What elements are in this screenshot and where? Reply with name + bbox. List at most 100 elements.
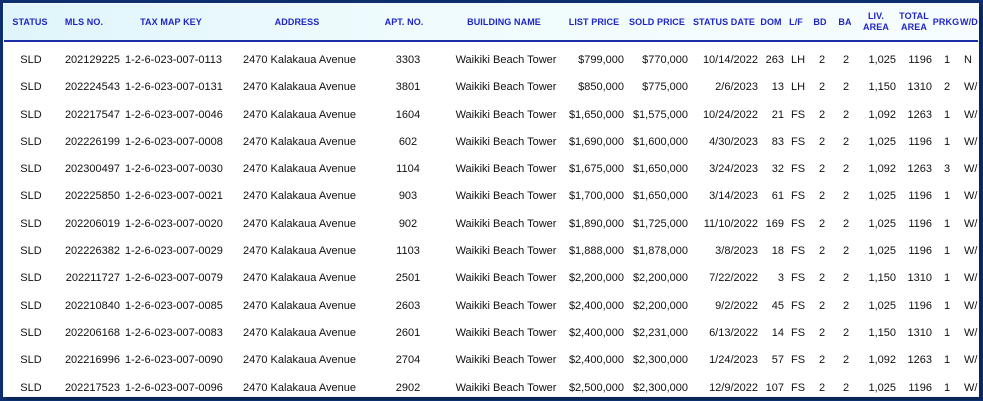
cell-date: 9/2/2022 [715, 299, 758, 312]
header-building-name[interactable]: BUILDING NAME [444, 4, 564, 40]
cell-liv: 1,150 [868, 326, 896, 339]
table-row[interactable]: SLD 202224543 1-2-6-023-007-0131 2470 Kalak… [4, 74, 978, 101]
header-ba[interactable]: BA [834, 4, 856, 40]
cell-apt: 1104 [396, 163, 420, 176]
header-total-area[interactable]: TOTAL AREA [896, 4, 932, 40]
cell-mls: 202216996 [64, 354, 120, 367]
cell-tmk: 1-2-6-023-007-0020 [125, 217, 223, 230]
cell-dom: 14 [771, 326, 784, 339]
table-row[interactable]: SLD 202210840 1-2-6-023-007-0085 2470 Kalak… [4, 293, 978, 320]
cell-ba: 2 [842, 217, 850, 230]
cell-dom: 21 [771, 108, 784, 121]
cell-wd: W/D [964, 299, 978, 312]
table-row[interactable]: SLD 202211727 1-2-6-023-007-0079 2470 Kalak… [4, 265, 978, 292]
cell-list: $1,890,000 [568, 217, 624, 230]
cell-status: SLD [20, 108, 42, 121]
cell-sold: $1,650,000 [632, 163, 688, 176]
cell-dom: 18 [771, 245, 784, 258]
table-row[interactable]: SLD 202300497 1-2-6-023-007-0030 2470 Kalak… [4, 156, 978, 183]
cell-ba: 2 [842, 326, 850, 339]
header-lf[interactable]: L/F [784, 4, 808, 40]
cell-wd: W/D [964, 245, 978, 258]
cell-lf: FS [790, 135, 806, 148]
cell-mls: 202226199 [64, 135, 120, 148]
cell-total: 1196 [908, 217, 932, 230]
cell-tmk: 1-2-6-023-007-0021 [125, 190, 223, 203]
cell-ba: 2 [842, 163, 850, 176]
table-row[interactable]: SLD 202206019 1-2-6-023-007-0020 2470 Kalak… [4, 211, 978, 238]
cell-dom: 83 [771, 135, 784, 148]
cell-total: 1310 [907, 326, 932, 339]
cell-list: $1,700,000 [568, 190, 624, 203]
cell-mls: 202129225 [64, 54, 120, 66]
cell-date: 1/24/2023 [709, 354, 758, 367]
cell-apt: 903 [398, 190, 418, 203]
table-row[interactable]: SLD 202217547 1-2-6-023-007-0046 2470 Kalak… [4, 102, 978, 129]
cell-lf: FS [790, 190, 806, 203]
cell-bd: 2 [818, 81, 826, 94]
header-address[interactable]: ADDRESS [239, 4, 355, 40]
cell-date: 6/13/2022 [709, 326, 758, 339]
header-mls-no[interactable]: MLS NO. [56, 4, 112, 40]
cell-apt: 2704 [395, 354, 421, 367]
header-tax-map-key[interactable]: TAX MAP KEY [120, 4, 222, 40]
cell-mls: 202226382 [64, 245, 120, 258]
header-dom[interactable]: DOM [758, 4, 784, 40]
cell-address: 2470 Kalakaua Avenue [243, 245, 356, 258]
header-liv-area[interactable]: LIV. AREA [858, 4, 894, 40]
cell-liv: 1,025 [868, 135, 896, 148]
header-apt-no[interactable]: APT. NO. [376, 4, 432, 40]
cell-building: Waikiki Beach Tower [455, 54, 557, 66]
cell-liv: 1,025 [868, 245, 896, 258]
header-sold-price[interactable]: SOLD PRICE [626, 4, 688, 40]
cell-dom: 13 [771, 81, 784, 94]
cell-prkg: 3 [943, 163, 951, 176]
cell-apt: 2902 [395, 381, 421, 394]
table-row[interactable]: SLD 202206168 1-2-6-023-007-0083 2470 Kalak… [4, 320, 978, 347]
cell-wd: W/D [964, 272, 978, 285]
cell-apt: 3303 [395, 54, 421, 66]
cell-list: $2,400,000 [568, 326, 624, 339]
header-prkg[interactable]: PRKG [932, 4, 960, 40]
cell-liv: 1,025 [868, 54, 896, 66]
header-bd[interactable]: BD [809, 4, 831, 40]
cell-status: SLD [20, 299, 42, 312]
table-row[interactable]: SLD 202217523 1-2-6-023-007-0096 2470 Kalak… [4, 375, 978, 396]
cell-wd: W/D [964, 381, 978, 394]
cell-date: 4/30/2023 [709, 135, 758, 148]
cell-lf: FS [790, 217, 806, 230]
cell-address: 2470 Kalakaua Avenue [243, 108, 356, 121]
cell-date: 3/8/2023 [715, 245, 758, 258]
header-status[interactable]: STATUS [6, 4, 54, 40]
cell-building: Waikiki Beach Tower [455, 135, 557, 148]
cell-dom: 32 [771, 163, 784, 176]
cell-building: Waikiki Beach Tower [455, 354, 557, 367]
cell-apt: 902 [398, 217, 418, 230]
header-wd[interactable]: W/D [960, 4, 978, 40]
table-row[interactable]: SLD 202129225 1-2-6-023-007-0113 2470 Kalak… [4, 47, 978, 74]
cell-bd: 2 [818, 54, 826, 66]
header-list-price[interactable]: LIST PRICE [564, 4, 624, 40]
header-status-date[interactable]: STATUS DATE [690, 4, 758, 40]
cell-ba: 2 [842, 54, 850, 66]
cell-mls: 202224543 [64, 81, 120, 94]
cell-apt: 602 [398, 135, 418, 148]
cell-tmk: 1-2-6-023-007-0008 [125, 135, 223, 148]
cell-mls: 202300497 [64, 163, 120, 176]
cell-wd: W/D [964, 217, 978, 230]
cell-bd: 2 [818, 326, 826, 339]
table-row[interactable]: SLD 202226382 1-2-6-023-007-0029 2470 Kalak… [4, 238, 978, 265]
cell-building: Waikiki Beach Tower [455, 326, 557, 339]
cell-status: SLD [20, 354, 42, 367]
cell-status: SLD [20, 135, 42, 148]
cell-lf: FS [790, 163, 806, 176]
cell-lf: FS [790, 245, 806, 258]
table-row[interactable]: SLD 202225850 1-2-6-023-007-0021 2470 Kalak… [4, 183, 978, 210]
cell-ba: 2 [842, 381, 850, 394]
table-row[interactable]: SLD 202216996 1-2-6-023-007-0090 2470 Kalak… [4, 347, 978, 374]
cell-sold: $770,000 [642, 54, 688, 66]
cell-address: 2470 Kalakaua Avenue [243, 299, 356, 312]
table-row[interactable]: SLD 202226199 1-2-6-023-007-0008 2470 Kalak… [4, 129, 978, 156]
cell-bd: 2 [818, 381, 826, 394]
cell-list: $1,690,000 [568, 135, 624, 148]
